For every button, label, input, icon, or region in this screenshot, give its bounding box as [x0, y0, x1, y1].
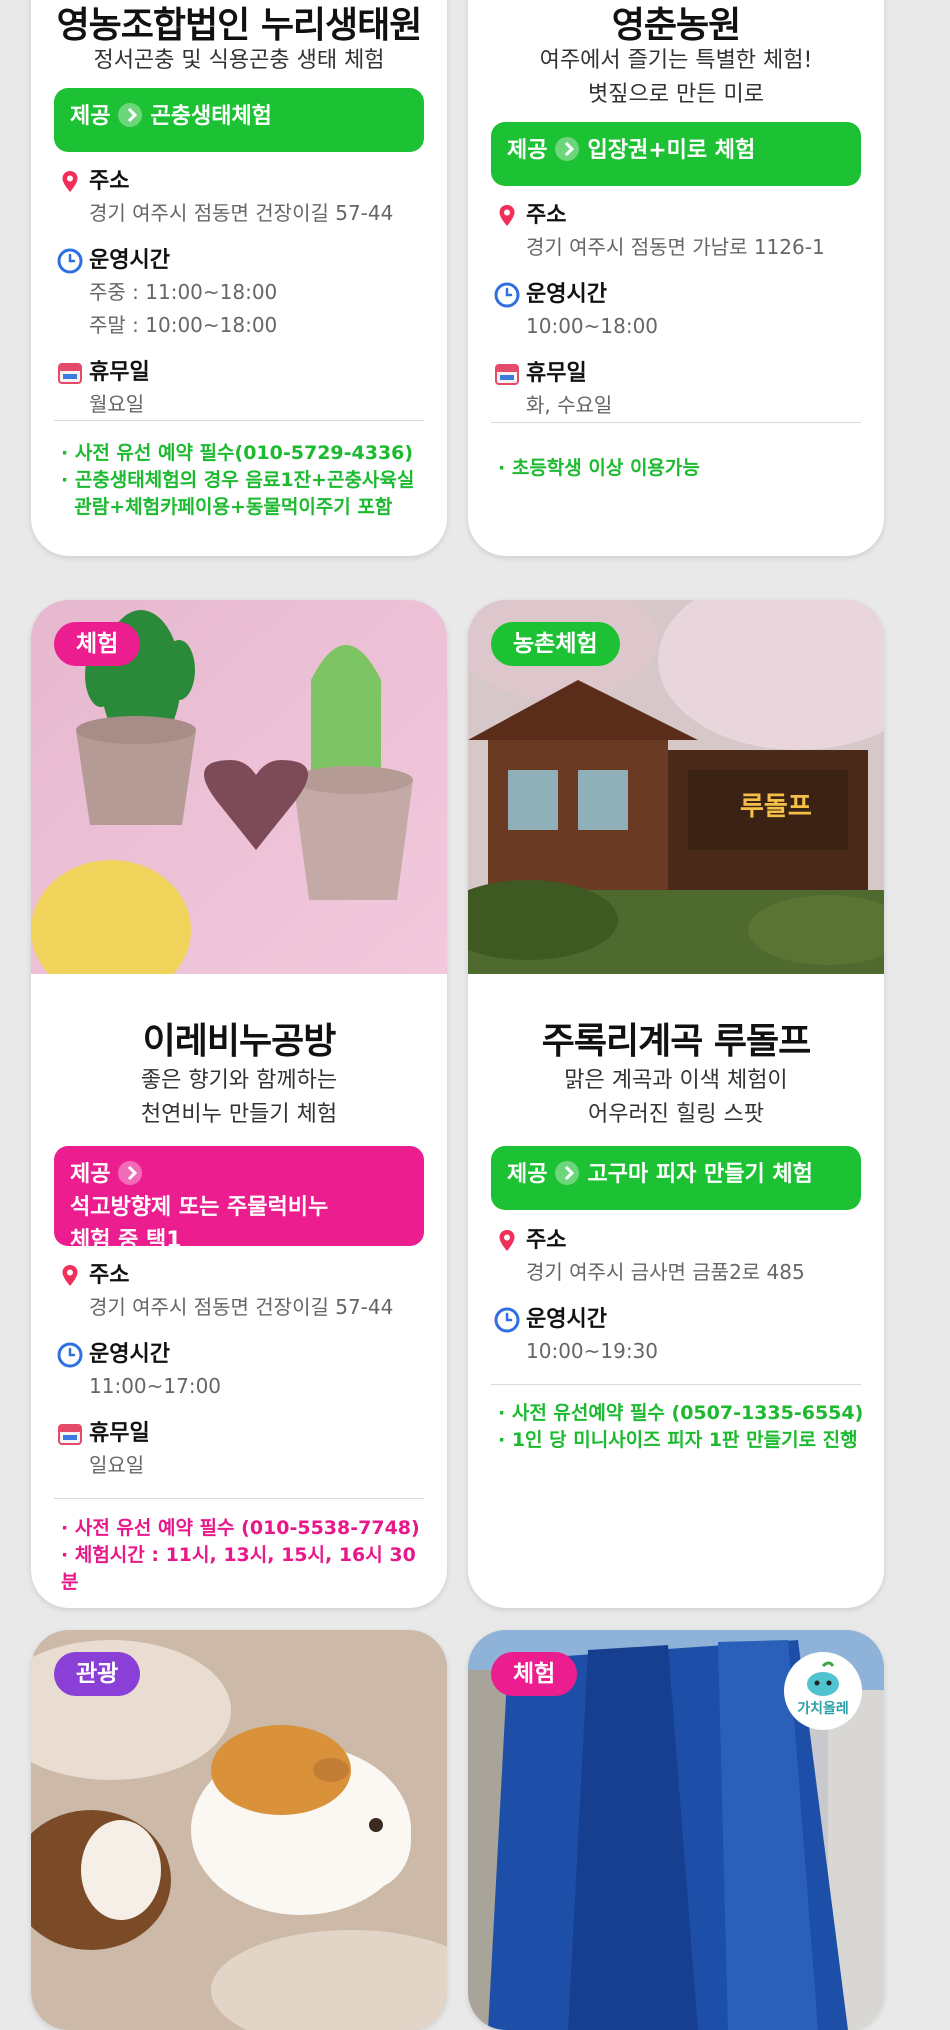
closed-row: 휴무일 화, 수요일	[494, 359, 858, 422]
provide-text: 곤충생태체험	[150, 104, 272, 129]
card-subtitle: 여주에서 즐기는 특별한 체험! 볏짚으로 만든 미로	[539, 48, 813, 107]
clock-icon	[494, 1307, 520, 1333]
closed-value: 화, 수요일	[526, 393, 613, 417]
address-row: 주소 경기 여주시 점동면 건장이길 57-44	[57, 167, 421, 230]
clock-icon	[494, 282, 520, 308]
card-title: 이레비누공방	[142, 1021, 337, 1062]
info-list: 주소 경기 여주시 점동면 가남로 1126-1 운영시간 10:00~18:0…	[494, 201, 858, 438]
category-badge: 체험	[54, 622, 141, 666]
location-pin-icon	[62, 1265, 78, 1286]
photo-sign: 루돌프	[740, 792, 812, 822]
address-label: 주소	[526, 1228, 567, 1253]
hours-row: 운영시간 11:00~17:00	[57, 1340, 421, 1403]
hours-label: 운영시간	[89, 248, 170, 273]
card-subtitle: 맑은 계곡과 이색 체험이 어우러진 힐링 스팟	[564, 1068, 788, 1127]
hours-label: 운영시간	[89, 1342, 170, 1367]
notes: · 사전 유선 예약 필수 (010-5538-7748) · 체험시간 : 1…	[61, 1517, 420, 1593]
divider	[491, 1384, 861, 1385]
location-pin-icon	[62, 171, 78, 192]
address-label: 주소	[89, 1263, 130, 1288]
info-list: 주소 경기 여주시 점동면 건장이길 57-44 운영시간 11:00~17:0…	[57, 1261, 421, 1498]
chevron-right-icon	[555, 1161, 580, 1185]
card-title: 영춘농원	[611, 5, 741, 46]
closed-value: 일요일	[89, 1453, 145, 1477]
experience-card-guinea-pig[interactable]: 관광	[31, 1630, 447, 2030]
hours-value: 주말 : 10:00~18:00	[89, 313, 278, 337]
clock-icon	[57, 248, 83, 274]
experience-card-soap[interactable]: 체험 이레비누공방 좋은 향기와 함께하는 천연비누 만들기 체험 제공 석고방…	[31, 600, 447, 1608]
calendar-icon	[58, 363, 82, 384]
location-pin-icon	[499, 205, 515, 226]
closed-row: 휴무일 월요일	[57, 358, 421, 421]
notes: · 사전 유선예약 필수 (0507-1335-6554) · 1인 당 미니사…	[498, 1402, 864, 1451]
address-value: 경기 여주시 점동면 건장이길 57-44	[89, 1295, 394, 1319]
closed-label: 휴무일	[89, 1421, 150, 1446]
address-value: 경기 여주시 점동면 건장이길 57-44	[89, 201, 394, 225]
notes: · 사전 유선 예약 필수(010-5729-4336) · 곤충생태체험의 경…	[61, 442, 415, 518]
closed-value: 월요일	[89, 392, 145, 416]
hours-value: 10:00~19:30	[526, 1339, 659, 1363]
hours-value: 10:00~18:00	[526, 314, 659, 338]
calendar-icon	[495, 364, 519, 385]
category-badge: 관광	[54, 1652, 141, 1696]
provide-label: 제공	[70, 104, 111, 129]
chevron-right-icon	[118, 103, 143, 127]
address-row: 주소 경기 여주시 점동면 가남로 1126-1	[494, 201, 858, 264]
info-list: 주소 경기 여주시 점동면 건장이길 57-44 운영시간 주중 : 11:00…	[57, 167, 421, 437]
address-label: 주소	[526, 203, 567, 228]
provide-label: 제공	[507, 1162, 548, 1187]
experience-card-nuri[interactable]: 영농조합법인 누리생태원 정서곤충 및 식용곤충 생태 체험 제공 곤충생태체험 …	[31, 0, 447, 556]
divider	[54, 1498, 424, 1499]
provide-box: 제공 곤충생태체험	[54, 88, 424, 152]
calendar-icon	[58, 1424, 82, 1445]
info-list: 주소 경기 여주시 금사면 금품2로 485 운영시간 10:00~19:30	[494, 1226, 858, 1384]
divider	[54, 420, 424, 421]
hours-row: 운영시간 10:00~19:30	[494, 1305, 858, 1368]
card-title: 영농조합법인 누리생태원	[56, 5, 423, 46]
brand-logo: 가치올레	[784, 1652, 862, 1730]
address-value: 경기 여주시 금사면 금품2로 485	[526, 1260, 805, 1284]
card-subtitle: 좋은 향기와 함께하는 천연비누 만들기 체험	[140, 1068, 338, 1127]
hours-value: 11:00~17:00	[89, 1374, 222, 1398]
chevron-right-icon	[555, 137, 580, 161]
category-badge: 체험	[491, 1652, 578, 1696]
category-badge: 농촌체험	[491, 622, 620, 666]
notes: · 초등학생 이상 이용가능	[498, 457, 700, 479]
mascot-icon	[807, 1661, 839, 1696]
hours-label: 운영시간	[526, 282, 607, 307]
provide-box: 제공 고구마 피자 만들기 체험	[491, 1146, 861, 1210]
card-title: 주록리계곡 루돌프	[541, 1021, 812, 1062]
closed-label: 휴무일	[89, 360, 150, 385]
location-pin-icon	[499, 1230, 515, 1251]
card-subtitle: 정서곤충 및 식용곤충 생태 체험	[93, 48, 385, 73]
address-row: 주소 경기 여주시 점동면 건장이길 57-44	[57, 1261, 421, 1324]
experience-card-indigo-dye[interactable]: 체험 가치올레	[468, 1630, 884, 2030]
provide-box: 제공 입장권+미로 체험	[491, 122, 861, 186]
provide-text: 입장권+미로 체험	[587, 138, 756, 163]
clock-icon	[57, 1342, 83, 1368]
address-row: 주소 경기 여주시 금사면 금품2로 485	[494, 1226, 858, 1289]
hours-row: 운영시간 주중 : 11:00~18:00 주말 : 10:00~18:00	[57, 246, 421, 342]
logo-text: 가치올레	[797, 1701, 849, 1717]
closed-row: 휴무일 일요일	[57, 1419, 421, 1482]
provide-label: 제공	[507, 138, 548, 163]
closed-label: 휴무일	[526, 361, 587, 386]
provide-label: 제공	[70, 1162, 111, 1187]
hours-label: 운영시간	[526, 1307, 607, 1332]
divider	[491, 422, 861, 423]
chevron-right-icon	[118, 1161, 143, 1185]
provide-text: 석고방향제 또는 주물럭비누 체험 중 택1	[70, 1195, 329, 1253]
address-value: 경기 여주시 점동면 가남로 1126-1	[526, 235, 825, 259]
address-label: 주소	[89, 169, 130, 194]
hours-row: 운영시간 10:00~18:00	[494, 280, 858, 343]
experience-card-youngchun[interactable]: 영춘농원 여주에서 즐기는 특별한 체험! 볏짚으로 만든 미로 제공 입장권+미…	[468, 0, 884, 556]
provide-box: 제공 석고방향제 또는 주물럭비누 체험 중 택1	[54, 1146, 424, 1253]
provide-text: 고구마 피자 만들기 체험	[587, 1162, 813, 1187]
experience-card-rudolph[interactable]: 루돌프 농촌체험 주록리계곡 루돌프 맑은 계곡과 이색 체험이 어우러진 힐링…	[468, 600, 884, 1608]
hours-value: 주중 : 11:00~18:00	[89, 280, 278, 304]
